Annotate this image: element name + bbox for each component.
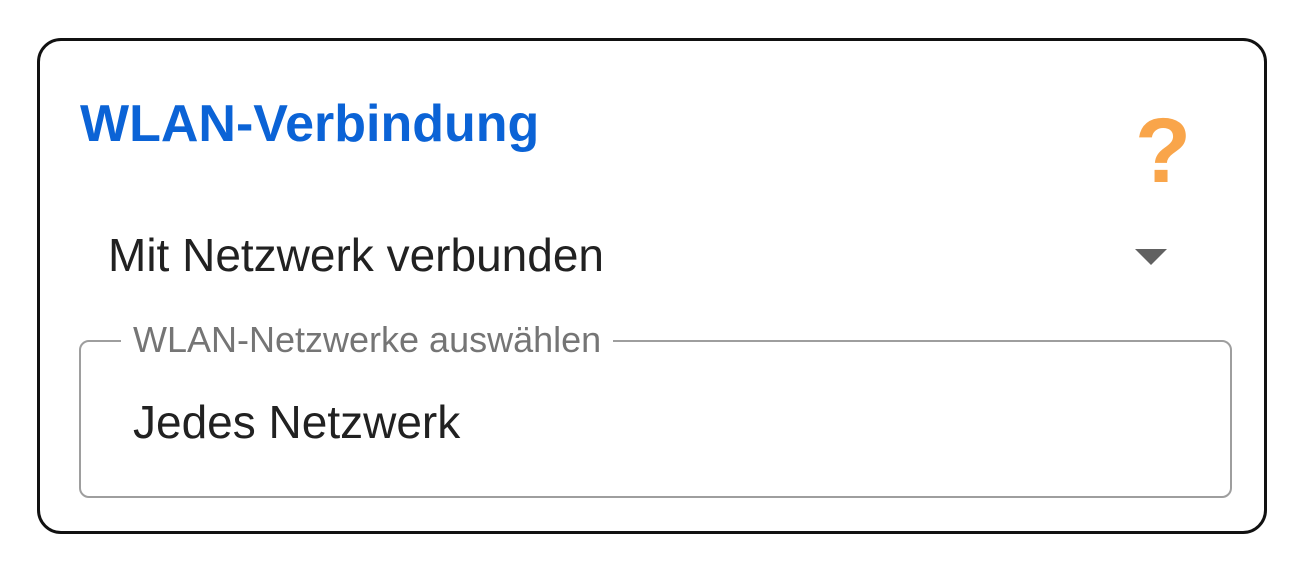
connection-state-value: Mit Netzwerk verbunden (108, 229, 604, 281)
wlan-network-field-value: Jedes Netzwerk (133, 396, 461, 448)
dropdown-arrow-icon (1135, 249, 1167, 265)
wlan-network-select-field[interactable]: WLAN-Netzwerke auswählen Jedes Netzwerk (79, 318, 1232, 498)
question-mark-icon[interactable]: ? (1135, 105, 1191, 197)
connection-state-dropdown[interactable]: Mit Netzwerk verbunden (100, 215, 1180, 297)
wlan-network-field-label: WLAN-Netzwerke auswählen (121, 318, 614, 362)
card-title: WLAN-Verbindung (80, 95, 540, 153)
wlan-connection-card: WLAN-Verbindung ? Mit Netzwerk verbunden… (37, 38, 1267, 534)
